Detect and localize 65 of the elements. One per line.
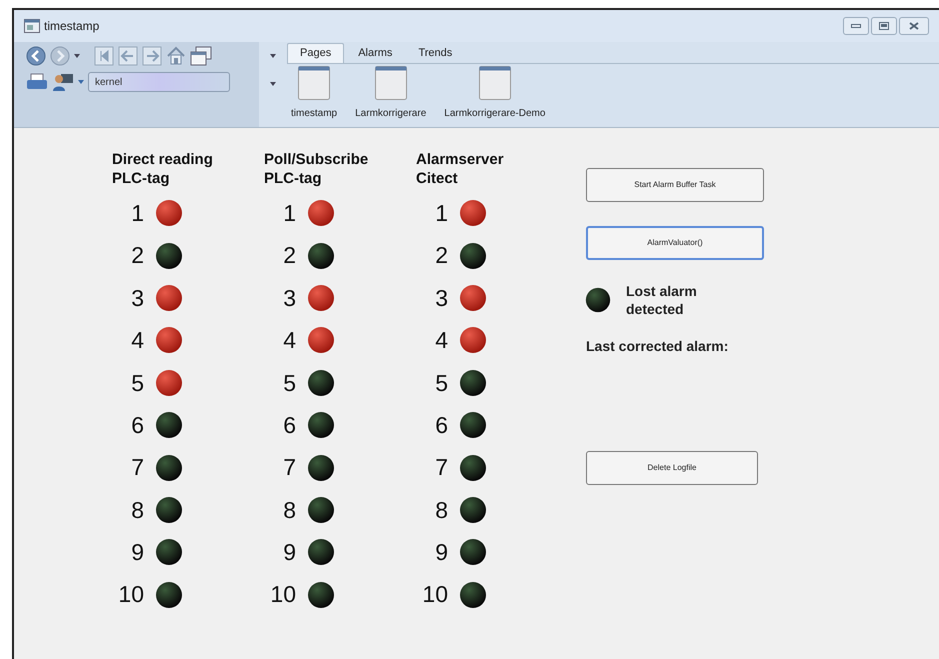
channel-number: 7 <box>130 453 145 482</box>
window-icon <box>478 66 511 100</box>
channel-number: 8 <box>434 496 449 525</box>
caret-icon[interactable] <box>270 82 276 86</box>
tab[interactable]: Alarms <box>346 43 404 63</box>
caret-icon[interactable] <box>74 54 80 58</box>
channel-number: 10 <box>421 580 449 610</box>
channel-number: 3 <box>434 284 449 313</box>
channel-number: 2 <box>434 241 449 270</box>
minimize-button[interactable] <box>843 17 869 35</box>
maximize-button[interactable] <box>871 17 897 35</box>
window-app-icon <box>24 19 40 33</box>
close-icon <box>909 22 919 30</box>
page-item[interactable]: timestamp <box>289 66 340 121</box>
channel-number: 5 <box>282 368 297 398</box>
channel-number: 1 <box>434 198 449 228</box>
maximize-icon <box>879 22 889 30</box>
channel-number: 2 <box>282 241 297 270</box>
channel-number: 2 <box>130 241 145 270</box>
channel-number: 3 <box>130 284 145 313</box>
column-heading: Direct reading PLC-tag <box>112 150 214 189</box>
channel-number: 4 <box>434 326 449 356</box>
channel-number: 4 <box>130 326 145 356</box>
window-icon[interactable] <box>190 46 212 66</box>
channel-number: 8 <box>130 496 145 525</box>
channel-number: 9 <box>130 538 145 568</box>
tab[interactable]: Trends <box>406 43 464 63</box>
last-corrected-label: Last corrected alarm: <box>586 337 730 356</box>
channel-number: 4 <box>282 326 297 356</box>
channel-number: 6 <box>282 410 297 440</box>
search-field[interactable]: kernel <box>88 72 230 92</box>
page-item[interactable]: Larmkorrigerare <box>353 66 428 121</box>
channel-number: 8 <box>282 496 297 525</box>
tab[interactable]: Pages <box>287 43 344 63</box>
channel-number: 1 <box>130 198 145 228</box>
column-heading: Poll/Subscribe PLC-tag <box>264 150 370 189</box>
channel-number: 10 <box>117 580 145 610</box>
action-button[interactable]: AlarmValuator() <box>586 226 764 260</box>
alarm-label: Lost alarm detected <box>626 282 698 318</box>
page-item[interactable]: Larmkorrigerare-Demo <box>442 66 548 121</box>
action-button[interactable]: Delete Logfile <box>586 451 758 485</box>
channel-number: 7 <box>282 453 297 482</box>
channel-number: 1 <box>282 198 297 228</box>
printer-icon[interactable] <box>26 73 48 91</box>
channel-number: 6 <box>130 410 145 440</box>
action-button[interactable]: Start Alarm Buffer Task <box>586 168 764 202</box>
user-icon[interactable] <box>52 72 74 92</box>
window-icon <box>374 66 407 100</box>
channel-number: 10 <box>269 580 297 610</box>
caret-icon[interactable] <box>78 80 84 84</box>
channel-number: 5 <box>434 368 449 398</box>
channel-number: 7 <box>434 453 449 482</box>
close-button[interactable] <box>899 17 929 35</box>
back-circle-icon[interactable] <box>26 46 46 66</box>
home-icon[interactable] <box>166 46 186 66</box>
caret-icon[interactable] <box>270 54 276 58</box>
channel-number: 5 <box>130 368 145 398</box>
channel-number: 9 <box>434 538 449 568</box>
channel-number: 3 <box>282 284 297 313</box>
window-icon <box>298 66 330 100</box>
minimize-icon <box>851 24 861 28</box>
channel-number: 9 <box>282 538 297 568</box>
window-title: timestamp <box>44 18 100 35</box>
channel-number: 6 <box>434 410 449 440</box>
column-heading: Alarmserver Citect <box>416 150 505 189</box>
